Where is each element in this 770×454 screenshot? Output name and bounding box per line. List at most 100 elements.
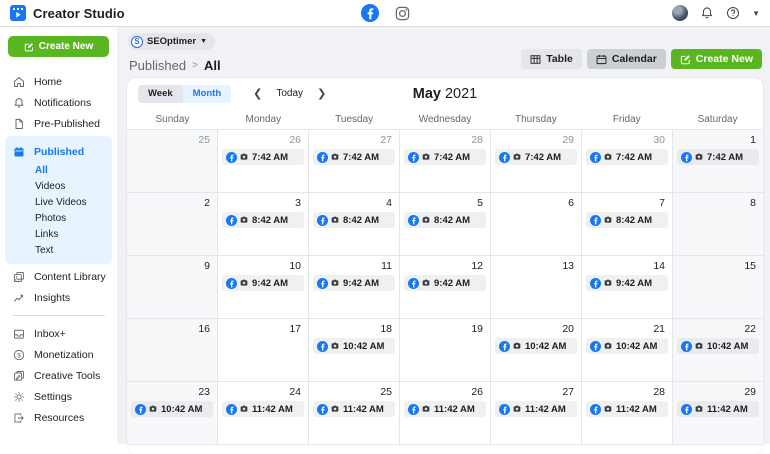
sidebar-item-creative-tools[interactable]: Creative Tools — [0, 365, 117, 386]
calendar-day-cell[interactable]: 307:42 AM — [582, 130, 673, 192]
post-chip[interactable]: 10:42 AM — [586, 338, 668, 354]
post-chip[interactable]: 10:42 AM — [131, 401, 213, 417]
calendar-day-cell[interactable]: 2911:42 AM — [673, 382, 763, 444]
calendar-day-cell[interactable]: 2010:42 AM — [491, 319, 582, 381]
calendar-day-cell[interactable]: 129:42 AM — [400, 256, 491, 318]
calendar-day-cell[interactable]: 2 — [127, 193, 218, 255]
calendar-day-cell[interactable]: 2411:42 AM — [218, 382, 309, 444]
day-number: 25 — [131, 133, 213, 149]
post-chip[interactable]: 10:42 AM — [313, 338, 395, 354]
create-new-button[interactable]: Create New — [671, 49, 762, 69]
calendar-day-cell[interactable]: 119:42 AM — [309, 256, 400, 318]
today-button[interactable]: Today — [276, 88, 303, 99]
post-chip[interactable]: 11:42 AM — [677, 401, 759, 417]
post-chip[interactable]: 8:42 AM — [313, 212, 395, 228]
calendar-day-cell[interactable]: 2811:42 AM — [582, 382, 673, 444]
calendar-day-cell[interactable]: 16 — [127, 319, 218, 381]
calendar-day-cell[interactable]: 13 — [491, 256, 582, 318]
post-chip[interactable]: 9:42 AM — [222, 275, 304, 291]
post-chip[interactable]: 7:42 AM — [495, 149, 577, 165]
sidebar-subitem-photos[interactable]: Photos — [5, 210, 112, 226]
sidebar-item-monetization[interactable]: $ Monetization — [0, 344, 117, 365]
calendar-day-cell[interactable]: 2611:42 AM — [400, 382, 491, 444]
calendar-day-cell[interactable]: 287:42 AM — [400, 130, 491, 192]
calendar-day-cell[interactable]: 297:42 AM — [491, 130, 582, 192]
post-chip[interactable]: 11:42 AM — [404, 401, 486, 417]
calendar-day-cell[interactable]: 17:42 AM — [673, 130, 763, 192]
avatar[interactable] — [672, 5, 688, 21]
post-chip[interactable]: 7:42 AM — [313, 149, 395, 165]
sidebar-item-home[interactable]: Home — [0, 71, 117, 92]
post-chip[interactable]: 11:42 AM — [495, 401, 577, 417]
calendar-day-cell[interactable]: 78:42 AM — [582, 193, 673, 255]
calendar-day-cell[interactable]: 2110:42 AM — [582, 319, 673, 381]
sidebar-item-inbox[interactable]: Inbox+ — [0, 323, 117, 344]
calendar-day-cell[interactable]: 1810:42 AM — [309, 319, 400, 381]
sidebar-subitem-live-videos[interactable]: Live Videos — [5, 194, 112, 210]
post-time: 9:42 AM — [343, 278, 379, 289]
sidebar-subitem-text[interactable]: Text — [5, 242, 112, 258]
week-toggle-button[interactable]: Week — [138, 85, 183, 103]
post-chip[interactable]: 10:42 AM — [495, 338, 577, 354]
sidebar-item-notifications[interactable]: Notifications — [0, 92, 117, 113]
calendar-day-cell[interactable]: 58:42 AM — [400, 193, 491, 255]
post-chip[interactable]: 7:42 AM — [677, 149, 759, 165]
sidebar-subitem-links[interactable]: Links — [5, 226, 112, 242]
post-chip[interactable]: 8:42 AM — [222, 212, 304, 228]
calendar-day-cell[interactable]: 25 — [127, 130, 218, 192]
post-time: 7:42 AM — [252, 152, 288, 163]
bell-icon[interactable] — [700, 6, 714, 20]
calendar-day-cell[interactable]: 38:42 AM — [218, 193, 309, 255]
sidebar-item-pre-published[interactable]: Pre-Published — [0, 113, 117, 134]
breadcrumb-parent[interactable]: Published — [129, 58, 186, 73]
post-chip[interactable]: 8:42 AM — [404, 212, 486, 228]
calendar-day-cell[interactable]: 2711:42 AM — [491, 382, 582, 444]
sidebar-item-settings[interactable]: Settings — [0, 386, 117, 407]
month-toggle-button[interactable]: Month — [183, 85, 232, 103]
post-chip[interactable]: 10:42 AM — [677, 338, 759, 354]
calendar-view-button[interactable]: Calendar — [587, 49, 666, 69]
calendar-day-cell[interactable]: 2511:42 AM — [309, 382, 400, 444]
sidebar: Create New Home Notifications Pre-Publis… — [0, 27, 117, 444]
calendar-day-cell[interactable]: 149:42 AM — [582, 256, 673, 318]
chevron-down-icon[interactable]: ▼ — [752, 9, 760, 18]
bell-icon — [13, 97, 25, 109]
table-view-button[interactable]: Table — [521, 49, 582, 69]
chevron-left-icon[interactable]: ❮ — [249, 87, 266, 100]
calendar-day-cell[interactable]: 267:42 AM — [218, 130, 309, 192]
calendar-day-cell[interactable]: 9 — [127, 256, 218, 318]
calendar-day-cell[interactable]: 19 — [400, 319, 491, 381]
sidebar-subitem-all[interactable]: All — [5, 162, 112, 178]
post-chip[interactable]: 9:42 AM — [404, 275, 486, 291]
post-chip[interactable]: 9:42 AM — [313, 275, 395, 291]
chevron-right-icon[interactable]: ❯ — [313, 87, 330, 100]
calendar-day-cell[interactable]: 277:42 AM — [309, 130, 400, 192]
instagram-icon[interactable] — [395, 6, 410, 21]
calendar-day-cell[interactable]: 2210:42 AM — [673, 319, 763, 381]
sidebar-subitem-videos[interactable]: Videos — [5, 178, 112, 194]
calendar-day-cell[interactable]: 6 — [491, 193, 582, 255]
calendar-day-cell[interactable]: 15 — [673, 256, 763, 318]
post-chip[interactable]: 7:42 AM — [222, 149, 304, 165]
calendar-day-cell[interactable]: 8 — [673, 193, 763, 255]
help-icon[interactable] — [726, 6, 740, 20]
post-chip[interactable]: 8:42 AM — [586, 212, 668, 228]
sidebar-item-insights[interactable]: Insights — [0, 287, 117, 308]
calendar-day-cell[interactable]: 2310:42 AM — [127, 382, 218, 444]
sidebar-item-resources[interactable]: Resources — [0, 407, 117, 428]
calendar-day-cell[interactable]: 48:42 AM — [309, 193, 400, 255]
facebook-icon[interactable] — [361, 4, 379, 22]
post-chip[interactable]: 11:42 AM — [586, 401, 668, 417]
settings-icon — [13, 391, 25, 403]
sidebar-create-new-button[interactable]: Create New — [8, 36, 109, 57]
post-chip[interactable]: 9:42 AM — [586, 275, 668, 291]
page-selector[interactable]: S SEOptimer ▼ — [128, 33, 215, 50]
post-chip[interactable]: 7:42 AM — [586, 149, 668, 165]
post-chip[interactable]: 11:42 AM — [222, 401, 304, 417]
sidebar-item-content-library[interactable]: Content Library — [0, 266, 117, 287]
post-chip[interactable]: 11:42 AM — [313, 401, 395, 417]
post-chip[interactable]: 7:42 AM — [404, 149, 486, 165]
calendar-day-cell[interactable]: 17 — [218, 319, 309, 381]
calendar-day-cell[interactable]: 109:42 AM — [218, 256, 309, 318]
sidebar-item-published[interactable]: Published — [5, 141, 112, 162]
